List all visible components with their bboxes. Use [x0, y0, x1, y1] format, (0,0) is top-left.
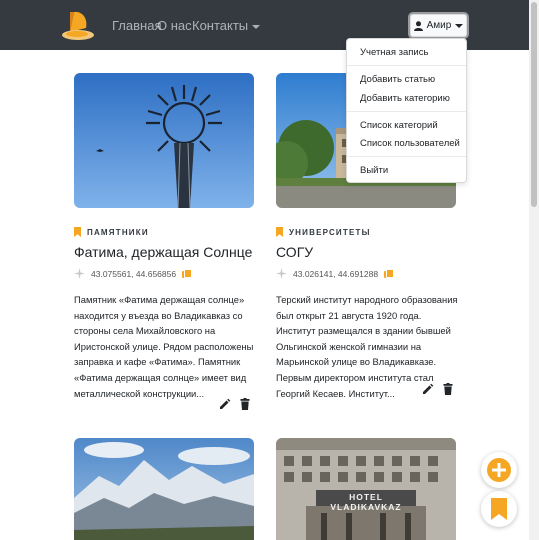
user-name: Амир	[426, 20, 452, 31]
bookmark-icon	[74, 227, 81, 237]
copy-icon[interactable]	[182, 269, 193, 278]
map-pin-icon	[74, 268, 85, 279]
trash-icon[interactable]	[442, 383, 454, 395]
menu-item-category-list[interactable]: Список категорий	[360, 120, 438, 131]
scrollbar-thumb[interactable]	[531, 2, 537, 207]
site-logo[interactable]	[60, 8, 96, 42]
category-label: УНИВЕРСИТЕТЫ	[289, 227, 371, 237]
bookmark-icon	[276, 227, 283, 237]
nav-contacts-dropdown[interactable]: Контакты	[192, 18, 261, 33]
trash-icon[interactable]	[239, 398, 251, 410]
card-description: Памятник «Фатима держащая солнце» находи…	[74, 294, 254, 399]
card-image-hotel[interactable]: HOTEL VLADIKAVKAZ	[276, 438, 456, 540]
menu-item-user-list[interactable]: Список пользователей	[360, 138, 460, 149]
nav-about-link[interactable]: О нас	[157, 18, 192, 33]
menu-item-account[interactable]: Учетная запись	[360, 47, 428, 58]
edit-icon[interactable]	[219, 398, 231, 410]
menu-item-add-category[interactable]: Добавить категорию	[360, 93, 450, 104]
add-article-fab[interactable]	[481, 452, 517, 488]
menu-divider	[347, 156, 466, 157]
bookmark-icon	[491, 498, 507, 520]
card-image-mountains[interactable]	[74, 438, 254, 540]
menu-item-add-article[interactable]: Добавить статью	[360, 74, 435, 85]
card-category[interactable]: ПАМЯТНИКИ	[74, 227, 149, 237]
card-image-fatima[interactable]	[74, 73, 254, 208]
user-dropdown-menu: Учетная запись Добавить статью Добавить …	[346, 38, 467, 183]
hotel-sign: HOTEL VLADIKAVKAZ	[330, 492, 402, 512]
plus-circle-icon	[487, 458, 511, 482]
bookmarks-fab[interactable]	[481, 491, 517, 527]
user-icon	[413, 20, 423, 31]
menu-item-logout[interactable]: Выйти	[360, 165, 388, 176]
chevron-down-icon	[252, 24, 261, 29]
menu-divider	[347, 111, 466, 112]
copy-icon[interactable]	[384, 269, 395, 278]
menu-divider	[347, 65, 466, 66]
nav-home-link[interactable]: Главная	[112, 18, 161, 33]
card-category[interactable]: УНИВЕРСИТЕТЫ	[276, 227, 371, 237]
card-title[interactable]: Фатима, держащая Солнце	[74, 244, 252, 260]
user-menu-button[interactable]: Амир	[410, 14, 467, 37]
map-pin-icon	[276, 268, 287, 279]
card-coords: 43.075561, 44.656856	[74, 268, 193, 279]
card-title[interactable]: СОГУ	[276, 244, 313, 260]
category-label: ПАМЯТНИКИ	[87, 227, 149, 237]
edit-icon[interactable]	[422, 383, 434, 395]
card-coords: 43.026141, 44.691288	[276, 268, 395, 279]
coords-value: 43.026141, 44.691288	[293, 268, 379, 279]
coords-value: 43.075561, 44.656856	[91, 268, 177, 279]
chevron-down-icon	[455, 23, 464, 28]
nav-contacts-label: Контакты	[192, 18, 249, 33]
page-scrollbar[interactable]	[529, 0, 539, 540]
